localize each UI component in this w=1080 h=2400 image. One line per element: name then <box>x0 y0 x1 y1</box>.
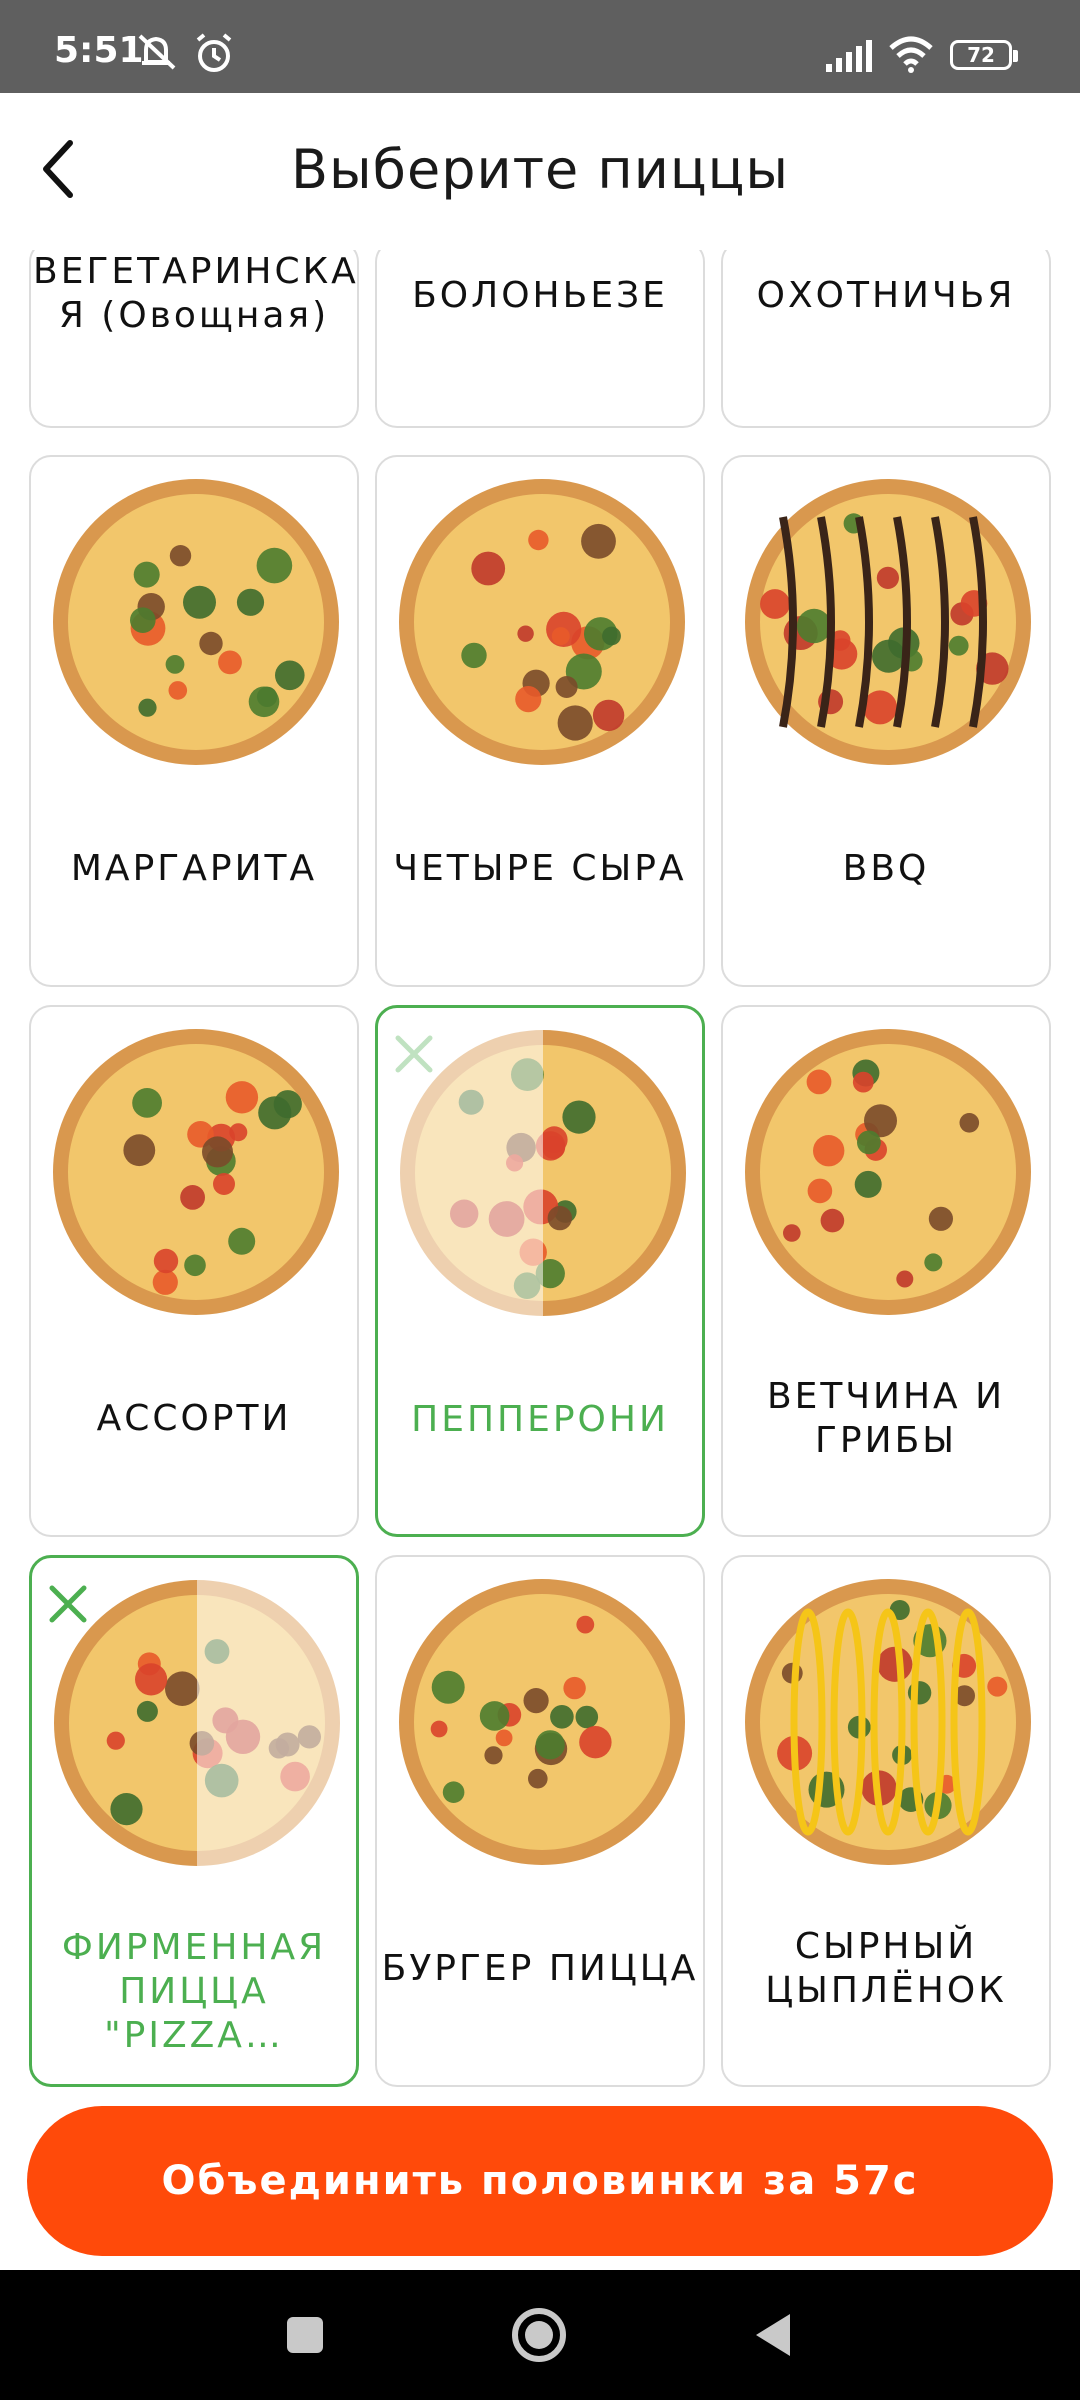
pizza-name: ПЕППЕРОНИ <box>411 1399 669 1440</box>
pizza-card[interactable]: ФИРМЕННАЯ ПИЦЦА "PIZZA… <box>29 1555 359 2087</box>
pizza-image <box>399 1579 685 1865</box>
pizza-card[interactable]: ПЕППЕРОНИ <box>375 1005 705 1537</box>
status-bar: 5:51 72 <box>0 0 1080 93</box>
pizza-card[interactable]: BBQ <box>721 455 1051 987</box>
pizza-name: СЫРНЫЙ ЦЫПЛЁНОК <box>765 1926 1007 2011</box>
pizza-name: ЧЕТЫРЕ СЫРА <box>393 848 687 889</box>
pizza-card[interactable]: ЧЕТЫРЕ СЫРА <box>375 455 705 987</box>
alarm-icon <box>196 33 232 72</box>
signal-icon <box>826 40 872 72</box>
pizza-card[interactable]: СЫРНЫЙ ЦЫПЛЁНОК <box>721 1555 1051 2087</box>
pizza-name: ВЕГЕТАРИНСКА Я (Овощная) <box>33 251 359 336</box>
pizza-grid[interactable]: ВЕГЕТАРИНСКА Я (Овощная) БОЛОНЬЕЗЕ ОХОТНИЧ… <box>0 250 1080 2090</box>
pizza-image <box>399 479 685 765</box>
pizza-card[interactable]: ВЕГЕТАРИНСКА Я (Овощная) <box>29 250 359 428</box>
pizza-name: АССОРТИ <box>96 1398 292 1439</box>
pizza-card[interactable]: МАРГАРИТА <box>29 455 359 987</box>
pizza-card[interactable]: БУРГЕР ПИЦЦА <box>375 1555 705 2087</box>
wifi-icon <box>889 36 933 73</box>
remove-icon[interactable] <box>46 1582 90 1626</box>
remove-icon[interactable] <box>392 1032 436 1076</box>
bell-off-icon <box>138 34 176 70</box>
pizza-image <box>53 1029 339 1315</box>
page-title: Выберите пиццы <box>291 138 789 201</box>
pizza-name: ФИРМЕННАЯ ПИЦЦА "PIZZA… <box>61 1927 327 2056</box>
pizza-card[interactable]: ВЕТЧИНА И ГРИБЫ <box>721 1005 1051 1537</box>
status-time: 5:51 <box>54 30 144 71</box>
pizza-image <box>398 1028 686 1318</box>
pizza-name: BBQ <box>842 848 930 889</box>
pizza-card[interactable]: АССОРТИ <box>29 1005 359 1537</box>
back-nav-icon[interactable] <box>752 2310 794 2360</box>
pizza-image <box>53 479 339 765</box>
home-icon[interactable] <box>510 2306 568 2364</box>
pizza-name: БУРГЕР ПИЦЦА <box>381 1948 699 1989</box>
header: Выберите пиццы <box>0 93 1080 250</box>
battery-indicator: 72 <box>950 40 1018 70</box>
pizza-name: ВЕТЧИНА И ГРИБЫ <box>766 1376 1006 1461</box>
pizza-card[interactable]: БОЛОНЬЕЗЕ <box>375 250 705 428</box>
pizza-image <box>54 1578 342 1868</box>
system-nav-bar <box>0 2270 1080 2400</box>
pizza-card[interactable]: ОХОТНИЧЬЯ <box>721 250 1051 428</box>
combine-halves-button[interactable]: Объединить половинки за 57с <box>27 2106 1053 2256</box>
pizza-name: МАРГАРИТА <box>70 848 318 889</box>
pizza-image <box>745 1579 1031 1865</box>
pizza-name: ОХОТНИЧЬЯ <box>756 275 1016 316</box>
pizza-image <box>745 479 1031 765</box>
pizza-image <box>745 1029 1031 1315</box>
pizza-name: БОЛОНЬЕЗЕ <box>412 275 668 316</box>
recents-icon[interactable] <box>284 2314 326 2356</box>
